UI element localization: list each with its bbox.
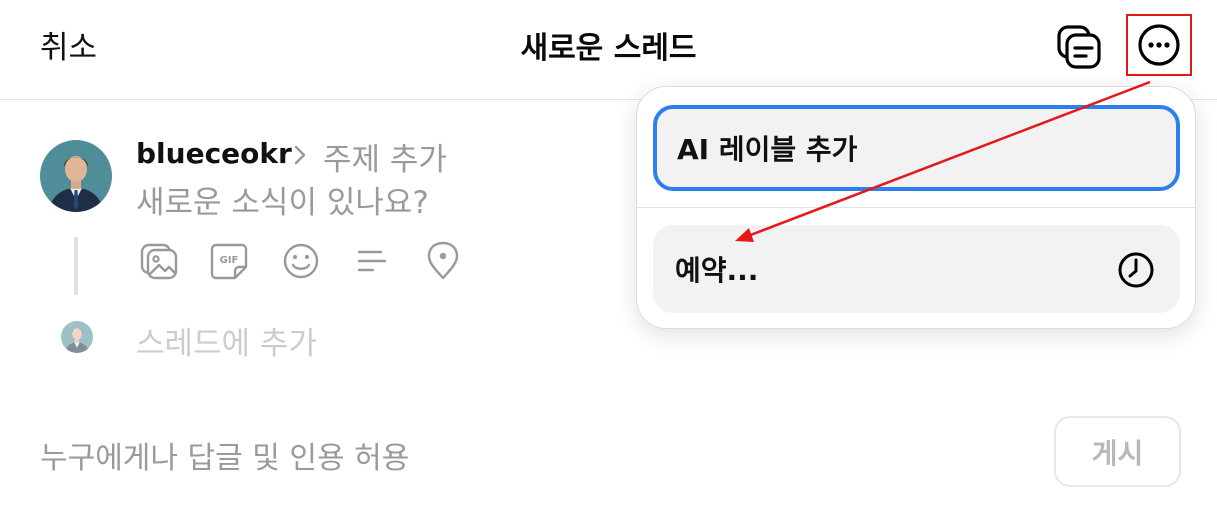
thread-line [74, 237, 78, 295]
drafts-icon[interactable] [1055, 23, 1105, 73]
chevron-right-icon [290, 140, 310, 170]
avatar[interactable] [40, 140, 112, 212]
add-ai-label-text: AI 레이블 추가 [677, 133, 858, 166]
more-icon [1138, 24, 1180, 66]
emoji-icon[interactable] [280, 240, 322, 282]
location-icon[interactable] [422, 240, 464, 282]
username: blueceokr [136, 137, 292, 170]
add-to-thread-button[interactable]: 스레드에 추가 [136, 318, 317, 363]
more-options-button[interactable] [1126, 14, 1192, 76]
small-avatar [61, 321, 93, 353]
gallery-icon[interactable] [138, 240, 180, 282]
svg-text:GIF: GIF [220, 255, 239, 266]
more-options-menu: AI 레이블 추가 예약... [636, 86, 1196, 329]
cancel-button[interactable]: 취소 [40, 22, 97, 67]
schedule-text: 예약... [675, 254, 759, 287]
post-button[interactable]: 게시 [1054, 416, 1181, 487]
clock-icon [1117, 251, 1155, 289]
poll-icon[interactable] [351, 240, 393, 282]
add-ai-label-menu-item[interactable]: AI 레이블 추가 [653, 105, 1180, 191]
gif-icon[interactable]: GIF [208, 240, 250, 282]
reply-permission-setting[interactable]: 누구에게나 답글 및 인용 허용 [40, 433, 409, 477]
schedule-menu-item[interactable]: 예약... [653, 225, 1180, 313]
menu-divider [637, 207, 1195, 208]
page-title: 새로운 스레드 [520, 31, 697, 66]
post-body-input[interactable]: 새로운 소식이 있나요? [136, 177, 429, 222]
add-topic-input[interactable]: 주제 추가 [323, 134, 447, 179]
